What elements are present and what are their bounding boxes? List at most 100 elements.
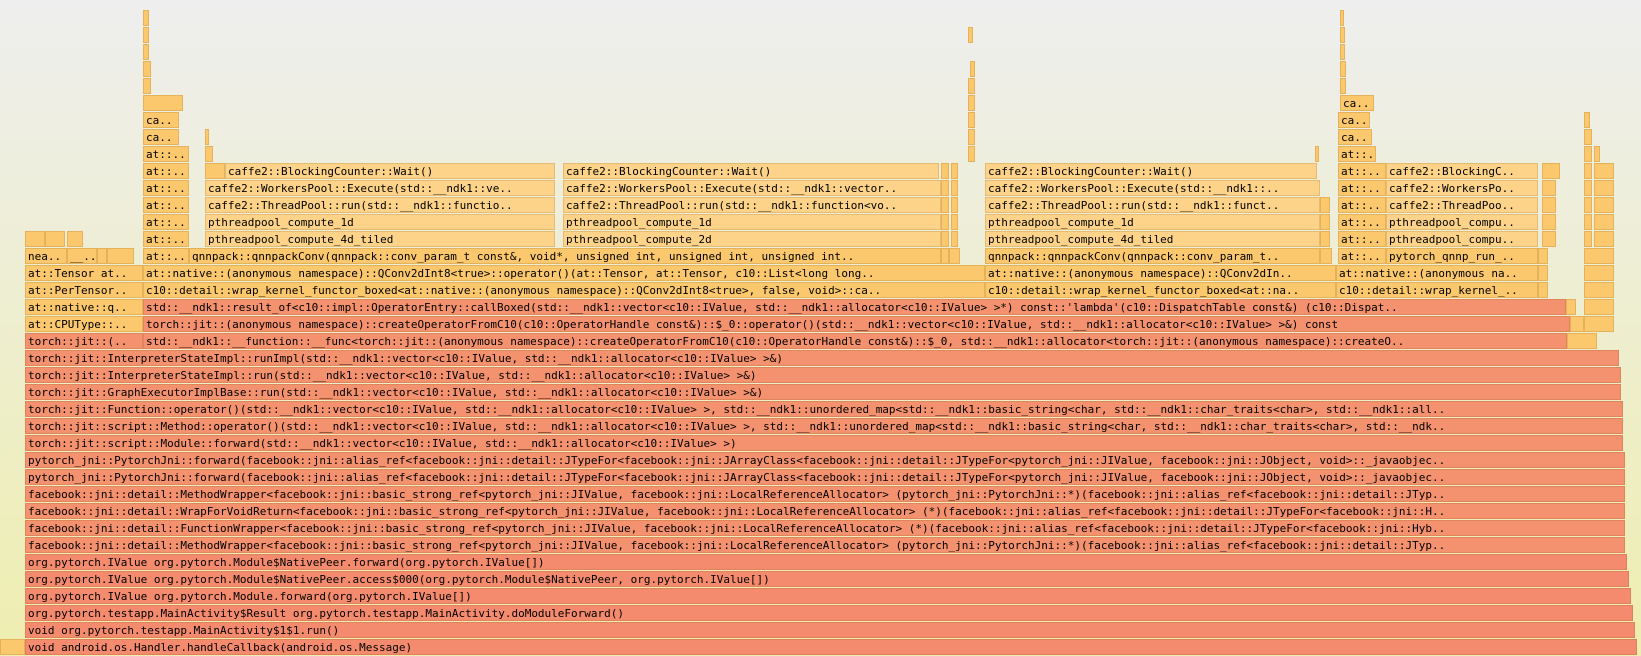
- frame-small[interactable]: [1594, 163, 1614, 179]
- frame-small[interactable]: [1584, 231, 1592, 247]
- frame-small[interactable]: [1538, 265, 1548, 281]
- frame-method-wrapper-inner[interactable]: facebook::jni::detail::MethodWrapper<fac…: [25, 486, 1625, 502]
- frame-qnnpack-conv-1[interactable]: qnnpack::qnnpackConv(qnnpack::conv_param…: [189, 248, 941, 264]
- frame-script-module-forward[interactable]: torch::jit::script::Module::forward(std:…: [25, 435, 1623, 451]
- frame-ca-r31-2[interactable]: ca..: [1338, 112, 1370, 128]
- frame-pthreadpool-2d[interactable]: pthreadpool_compute_2d: [563, 231, 941, 247]
- frame-small[interactable]: [97, 248, 107, 264]
- frame-small[interactable]: [1584, 146, 1592, 162]
- frame-blocking-counter-3[interactable]: caffe2::BlockingCounter::Wait(): [985, 163, 1317, 179]
- frame-small[interactable]: [205, 146, 213, 162]
- frame-small[interactable]: [1567, 333, 1597, 349]
- frame-pthreadpool-4d-tiled-1[interactable]: pthreadpool_compute_4d_tiled: [205, 231, 555, 247]
- frame-small[interactable]: [1584, 129, 1592, 145]
- frame-small[interactable]: [143, 78, 151, 94]
- frame-small[interactable]: [1566, 299, 1576, 315]
- frame-small[interactable]: [143, 27, 149, 43]
- frame-small[interactable]: [1584, 316, 1614, 332]
- frame-nea[interactable]: nea..: [25, 248, 67, 264]
- frame-small[interactable]: [951, 180, 958, 196]
- frame-at-r24[interactable]: at::..: [143, 231, 189, 247]
- frame-do-module-forward[interactable]: org.pytorch.testapp.MainActivity$Result …: [25, 605, 1633, 621]
- frame-at-r27-2[interactable]: at::..: [1338, 180, 1386, 196]
- frame-small[interactable]: [941, 248, 949, 264]
- frame-small[interactable]: [970, 61, 975, 77]
- frame-threadpool-run-1[interactable]: caffe2::ThreadPool::run(std::__ndk1::fun…: [205, 197, 555, 213]
- frame-pthreadpool-compu-2[interactable]: pthreadpool_compu..: [1386, 214, 1538, 230]
- frame-blocking-counter-1[interactable]: caffe2::BlockingCounter::Wait(): [225, 163, 555, 179]
- frame-small[interactable]: [1584, 248, 1614, 264]
- frame-small[interactable]: [968, 146, 975, 162]
- frame-small[interactable]: [941, 197, 949, 213]
- frame-cpu-type[interactable]: at::CPUType::..: [25, 316, 143, 332]
- frame-jit-function-operator[interactable]: torch::jit::Function::operator()(std::__…: [25, 401, 1623, 417]
- frame-small[interactable]: [1594, 146, 1600, 162]
- frame-small[interactable]: [1570, 316, 1584, 332]
- frame-small[interactable]: [1594, 180, 1614, 196]
- frame-small[interactable]: [951, 231, 958, 247]
- frame-small[interactable]: [951, 214, 958, 230]
- frame-pthreadpool-1d-2[interactable]: pthreadpool_compute_1d: [563, 214, 941, 230]
- frame-small[interactable]: [1538, 248, 1548, 264]
- frame-native-peer-access[interactable]: org.pytorch.IValue org.pytorch.Module$Na…: [25, 571, 1629, 587]
- frame-pytorch-jni-forward-inner[interactable]: pytorch_jni::PytorchJni::forward(faceboo…: [25, 452, 1625, 468]
- frame-underscore[interactable]: __..: [67, 248, 97, 264]
- frame-small[interactable]: [1584, 265, 1614, 281]
- frame-interpreter-run-impl[interactable]: torch::jit::InterpreterStateImpl::runImp…: [25, 350, 1619, 366]
- frame-jit-anon[interactable]: torch::jit::(..: [25, 333, 143, 349]
- frame-pthreadpool-4d-tiled-2[interactable]: pthreadpool_compute_4d_tiled: [985, 231, 1320, 247]
- frame-small[interactable]: [1584, 112, 1590, 128]
- frame-function-wrapper[interactable]: facebook::jni::detail::FunctionWrapper<f…: [25, 520, 1625, 536]
- frame-small[interactable]: [1584, 180, 1592, 196]
- frame-small[interactable]: [1594, 214, 1614, 230]
- frame-small[interactable]: [67, 231, 83, 247]
- frame-method-wrapper-outer[interactable]: facebook::jni::detail::MethodWrapper<fac…: [25, 537, 1625, 553]
- frame-ca-r32[interactable]: ca..: [1340, 95, 1374, 111]
- frame-small[interactable]: [968, 27, 973, 43]
- frame-native-q[interactable]: at::native::q..: [25, 299, 143, 315]
- frame-small[interactable]: [1340, 44, 1345, 60]
- frame-qconv2d-int8-1[interactable]: at::native::(anonymous namespace)::QConv…: [143, 265, 985, 281]
- frame-small[interactable]: [1594, 197, 1614, 213]
- frame-small[interactable]: [951, 163, 958, 179]
- frame-wrap-kernel-functor-3[interactable]: c10::detail::wrap_kernel_..: [1336, 282, 1538, 298]
- frame-wrap-for-void-return[interactable]: facebook::jni::detail::WrapForVoidReturn…: [25, 503, 1625, 519]
- frame-small[interactable]: [1594, 231, 1614, 247]
- frame-at-r24-2[interactable]: at::..: [1338, 231, 1386, 247]
- frame-result-of-call-boxed[interactable]: std::__ndk1::result_of<c10::impl::Operat…: [143, 299, 1566, 315]
- frame-small[interactable]: [1340, 27, 1345, 43]
- frame-at-r29[interactable]: at::..: [143, 146, 189, 162]
- frame-threadpool-run-2[interactable]: caffe2::ThreadPool::run(std::__ndk1::fun…: [563, 197, 941, 213]
- frame-small[interactable]: [1538, 282, 1548, 298]
- frame-small[interactable]: [107, 248, 134, 264]
- frame-workers-pool-2[interactable]: caffe2::WorkersPool::Execute(std::__ndk1…: [563, 180, 941, 196]
- frame-pthreadpool-1d-1[interactable]: pthreadpool_compute_1d: [205, 214, 555, 230]
- frame-graph-executor-run[interactable]: torch::jit::GraphExecutorImplBase::run(s…: [25, 384, 1621, 400]
- frame-small[interactable]: [968, 112, 975, 128]
- frame-wrap-kernel-functor-1[interactable]: c10::detail::wrap_kernel_functor_boxed<a…: [143, 282, 985, 298]
- frame-small[interactable]: [1584, 163, 1592, 179]
- frame-workers-pool-1[interactable]: caffe2::WorkersPool::Execute(std::__ndk1…: [205, 180, 555, 196]
- frame-small[interactable]: [1542, 180, 1556, 196]
- frame-small[interactable]: [25, 231, 45, 247]
- frame-workers-pool-3[interactable]: caffe2::WorkersPool::Execute(std::__ndk1…: [985, 180, 1320, 196]
- frame-at-2[interactable]: at::..: [1338, 248, 1386, 264]
- frame-at-r27[interactable]: at::..: [143, 180, 189, 196]
- frame-small[interactable]: [941, 180, 949, 196]
- frame-threadpool-run-4[interactable]: caffe2::ThreadPoo..: [1386, 197, 1538, 213]
- frame-ca-r31[interactable]: ca..: [143, 112, 179, 128]
- frame-at-r29-2[interactable]: at::..: [1338, 146, 1376, 162]
- frame-small[interactable]: [1320, 248, 1332, 264]
- frame-small[interactable]: [1542, 231, 1556, 247]
- frame-small[interactable]: [143, 44, 149, 60]
- frame-small[interactable]: [1584, 299, 1614, 315]
- frame-small[interactable]: [951, 197, 958, 213]
- frame-pytorch-jni-forward-outer[interactable]: pytorch_jni::PytorchJni::forward(faceboo…: [25, 469, 1625, 485]
- frame-small[interactable]: [1320, 197, 1330, 213]
- frame-small[interactable]: [205, 163, 225, 179]
- frame-blocking-counter-4[interactable]: caffe2::BlockingC..: [1386, 163, 1538, 179]
- frame-small[interactable]: [143, 95, 183, 111]
- frame-workers-pool-4[interactable]: caffe2::WorkersPo..: [1386, 180, 1538, 196]
- frame-ca-r30[interactable]: ca..: [143, 129, 179, 145]
- frame-small[interactable]: [1584, 214, 1592, 230]
